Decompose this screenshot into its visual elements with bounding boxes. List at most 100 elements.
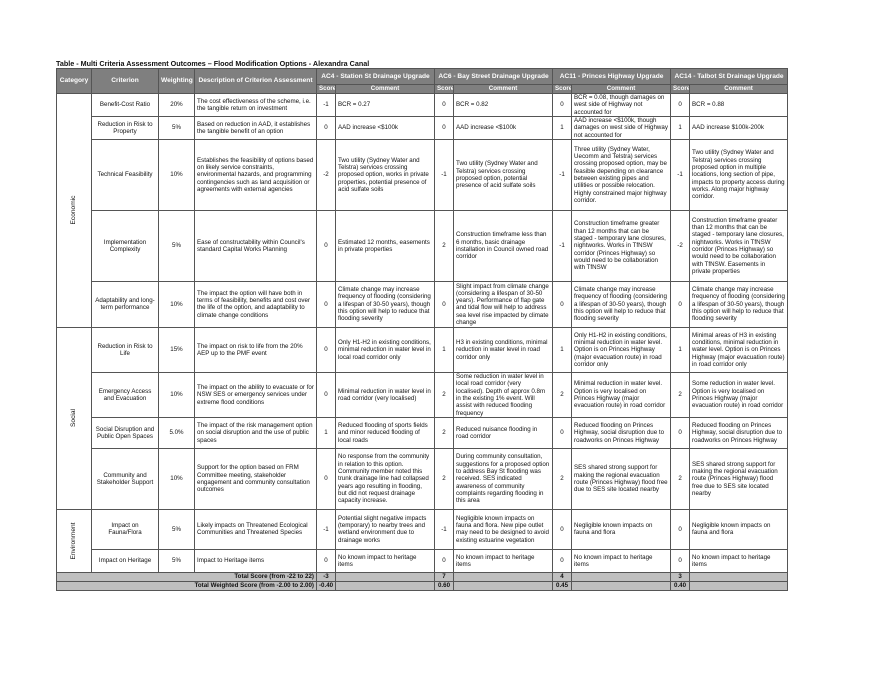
criterion-cell: Community and Stakeholder Support xyxy=(91,447,159,510)
comment-cell: No response from the community in relati… xyxy=(334,447,436,510)
comment-cell: AAD increase <$100k, though damages on w… xyxy=(571,116,672,140)
comment-cell: AAD increase <$100k xyxy=(453,116,554,140)
comment-cell: AAD increase $100k-200k xyxy=(689,116,789,140)
score-cell: -1 xyxy=(316,508,336,550)
page: Table - Multi Criteria Assessment Outcom… xyxy=(0,0,873,675)
description-cell: Likely impacts on Threatened Ecological … xyxy=(194,508,317,550)
comment-cell: Slight impact from climate change (consi… xyxy=(453,280,554,328)
comment-cell: Construction timeframe less than 6 month… xyxy=(453,209,554,282)
weighting-cell: 5% xyxy=(158,508,195,550)
score-cell: -1 xyxy=(670,138,691,211)
header-comment: Comment xyxy=(453,84,554,94)
table-row: Adaptability and long-term performance 10… xyxy=(57,280,789,328)
weighted-score-ac11: 0.45 xyxy=(552,580,573,591)
score-cell: -2 xyxy=(670,209,691,282)
comment-cell: Some reduction in water level. Option is… xyxy=(689,371,789,418)
weighted-score-ac6: 0.60 xyxy=(434,580,455,591)
score-cell: 0 xyxy=(552,93,573,117)
header-option-ac11: AC11 - Princes Highway Upgrade xyxy=(552,68,672,85)
category-label: Economic xyxy=(70,195,78,225)
comment-cell: Climate change may increase frequency of… xyxy=(334,280,436,328)
table-row: Emergency Access and Evacuation 10% The im… xyxy=(57,371,789,418)
comment-cell: Minimal areas of H3 in existing conditio… xyxy=(689,326,789,373)
score-cell: 0 xyxy=(670,416,691,449)
comment-cell: Reduced flooding of sports fields and mi… xyxy=(334,416,436,449)
comment-cell: AAD increase <$100k xyxy=(334,116,436,140)
comment-cell: BCR = 0.27 xyxy=(334,93,436,117)
score-cell: 1 xyxy=(434,326,455,373)
table-title: Table - Multi Criteria Assessment Outcom… xyxy=(56,59,370,68)
score-cell: 1 xyxy=(552,326,573,373)
comment-cell: No known impact to heritage items xyxy=(689,548,789,573)
description-cell: The impact of the risk management option… xyxy=(194,416,317,449)
comment-cell: Estimated 12 months, easements in privat… xyxy=(334,209,436,282)
header-score: Score xyxy=(552,84,573,94)
table-row: Social Disruption and Public Open Spaces… xyxy=(57,416,789,449)
comment-cell: Minimal reduction in water level in road… xyxy=(334,371,436,418)
category-cell: Economic xyxy=(56,93,92,328)
score-cell: 0 xyxy=(670,508,691,550)
comment-cell: Negligible known impacts on fauna and fl… xyxy=(571,508,672,550)
weighted-score-label: Total Weighted Score (from -2.00 to 2.00… xyxy=(56,580,317,591)
comment-cell: Reduced flooding on Princes Highway, soc… xyxy=(689,416,789,449)
total-score-ac4: -3 xyxy=(316,571,336,582)
table-body: Economic Benefit-Cost Ratio 20% The cost ef… xyxy=(56,93,789,573)
weighting-cell: 10% xyxy=(158,447,195,510)
weighting-cell: 20% xyxy=(158,93,195,117)
description-cell: The cost effectiveness of the scheme, i.… xyxy=(194,93,317,117)
score-cell: 1 xyxy=(670,326,691,373)
category-cell: Social xyxy=(56,326,92,510)
header-description: Description of Criterion Assessment xyxy=(194,68,317,94)
score-cell: 0 xyxy=(670,280,691,328)
table-row: Community and Stakeholder Support 10% Supp… xyxy=(57,447,789,510)
criterion-cell: Reduction in Risk to Life xyxy=(91,326,159,373)
description-cell: The impact on risk to life from the 20% … xyxy=(194,326,317,373)
weighted-score-ac4: -0.40 xyxy=(316,580,336,591)
weighting-cell: 10% xyxy=(158,371,195,418)
description-cell: Impact to Heritage items xyxy=(194,548,317,573)
score-cell: -2 xyxy=(316,138,336,211)
criterion-cell: Benefit-Cost Ratio xyxy=(91,93,159,117)
score-cell: 2 xyxy=(552,447,573,510)
criterion-cell: Implementation Complexity xyxy=(91,209,159,282)
score-cell: -1 xyxy=(552,138,573,211)
description-cell: Based on reduction in AAD, it establishe… xyxy=(194,116,317,140)
header-criterion: Criterion xyxy=(91,68,159,94)
weighted-score-ac14: 0.40 xyxy=(670,580,691,591)
header-option-ac4: AC4 - Station St Drainage Upgrade xyxy=(315,68,436,85)
total-score-ac14: 3 xyxy=(670,571,691,582)
criterion-cell: Social Disruption and Public Open Spaces xyxy=(91,416,159,449)
score-cell: -1 xyxy=(316,93,336,117)
header-score: Score xyxy=(316,84,336,94)
header-comment: Comment xyxy=(571,84,672,94)
description-cell: The impact on the ability to evacuate or… xyxy=(194,371,317,418)
header-category: Category xyxy=(56,68,92,94)
criterion-cell: Reduction in Risk to Property xyxy=(91,116,159,140)
description-cell: Ease of constructability within Council'… xyxy=(194,209,317,282)
description-cell: The impact the option will have both in … xyxy=(194,280,317,328)
score-cell: 0 xyxy=(316,280,336,328)
weighting-cell: 10% xyxy=(158,138,195,211)
score-cell: 1 xyxy=(670,116,691,140)
weighted-score-row: Total Weighted Score (from -2.00 to 2.00… xyxy=(56,580,789,591)
score-cell: -1 xyxy=(552,209,573,282)
weighting-cell: 15% xyxy=(158,326,195,373)
table-row: Reduction in Risk to Property 5% Based on … xyxy=(57,116,789,140)
comment-cell: During community consultation, suggestio… xyxy=(453,447,554,510)
mca-table: Category Criterion Weighting Description… xyxy=(56,68,789,591)
header-comment: Comment xyxy=(334,84,436,94)
score-cell: 0 xyxy=(316,371,336,418)
score-cell: 0 xyxy=(316,326,336,373)
comment-cell: Reduced nuisance flooding in road corrid… xyxy=(453,416,554,449)
criterion-cell: Impact on Fauna/Flora xyxy=(91,508,159,550)
comment-cell: Some reduction in water level in local r… xyxy=(453,371,554,418)
score-cell: 2 xyxy=(670,371,691,418)
comment-cell: Reduced flooding on Princes Highway, soc… xyxy=(571,416,672,449)
total-score-ac11: 4 xyxy=(552,571,573,582)
score-cell: 0 xyxy=(316,548,336,573)
score-cell: 0 xyxy=(670,93,691,117)
table-row: Environment Impact on Fauna/Flora 5% Likely… xyxy=(56,508,789,573)
comment-cell: Potential slight negative impacts (tempo… xyxy=(334,508,436,550)
score-cell: 0 xyxy=(316,447,336,510)
score-cell: 2 xyxy=(670,447,691,510)
